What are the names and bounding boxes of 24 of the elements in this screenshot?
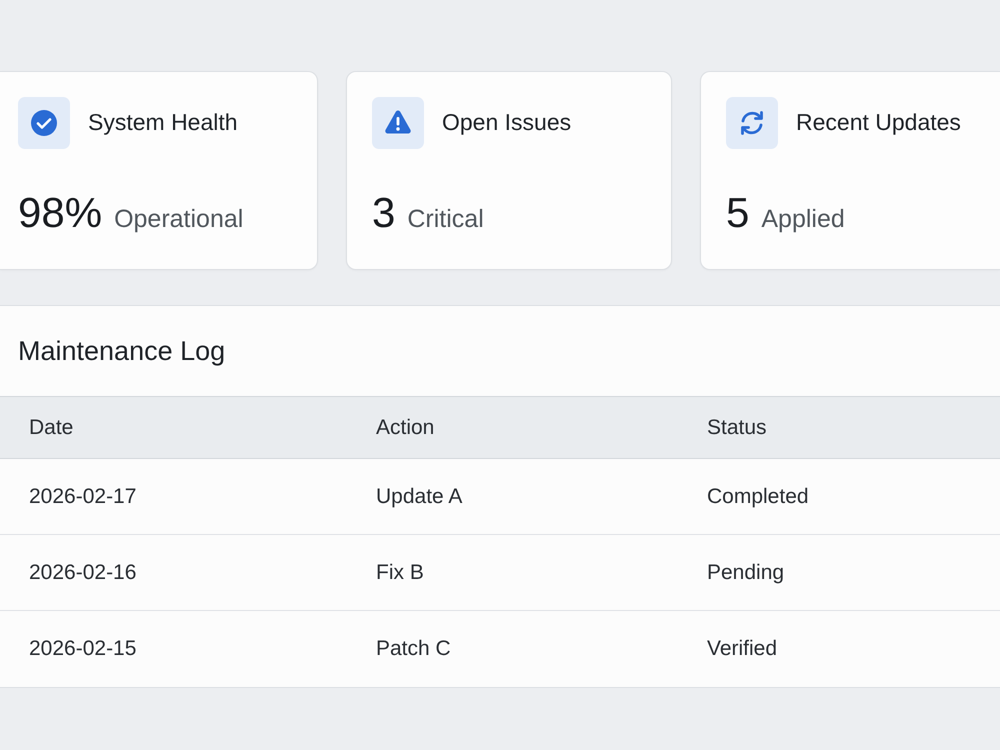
warning-icon [372, 97, 424, 149]
table-cell: 2026-02-16 [0, 534, 347, 610]
metric-value: 5 [726, 188, 750, 238]
column-header: Status [678, 396, 1000, 458]
card-title: Open Issues [442, 109, 572, 137]
column-header: Date [0, 396, 347, 458]
metric-caption: Operational [114, 204, 244, 234]
table-cell: Fix B [347, 534, 678, 610]
card-title: Recent Updates [796, 109, 961, 137]
table-cell: Update A [347, 458, 678, 534]
table-cell: 2026-02-17 [0, 458, 347, 534]
log-title: Maintenance Log [17, 334, 226, 368]
table-cell: Pending [678, 534, 1000, 610]
metric-value: 3 [372, 188, 396, 238]
table-cell: 2026-02-15 [0, 610, 347, 686]
metric-caption: Critical [407, 204, 484, 234]
table-cell: Completed [678, 458, 1000, 534]
table-cell: Verified [678, 610, 1000, 686]
refresh-icon [726, 97, 778, 149]
card-title: System Health [88, 109, 238, 137]
metric-caption: Applied [761, 204, 845, 234]
metric-value: 98% [18, 188, 102, 238]
table-cell: Patch C [347, 610, 678, 686]
column-header: Action [347, 396, 678, 458]
